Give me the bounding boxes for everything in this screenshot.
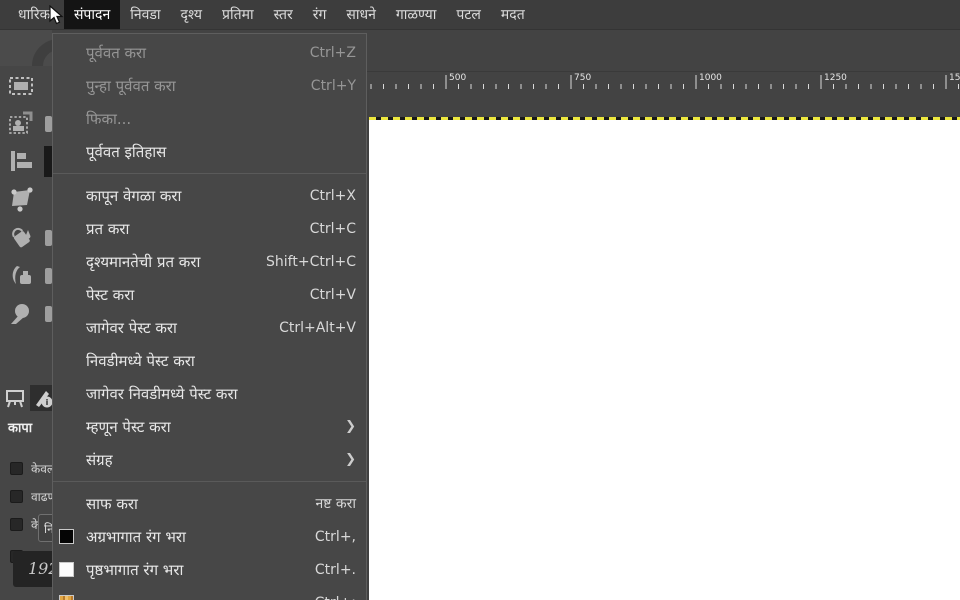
menu-help[interactable]: मदत (491, 0, 535, 29)
wilber-logo (0, 30, 52, 66)
option-label: वाढण (31, 489, 52, 504)
menu-item-paste-as[interactable]: म्हणून पेस्ट करा ❯ (53, 410, 366, 443)
size-entry[interactable]: 192 (13, 551, 52, 587)
menu-item-copy[interactable]: प्रत करा Ctrl+C (53, 212, 366, 245)
option-row: वाढण (0, 487, 52, 505)
active-tool-slot[interactable] (44, 146, 52, 177)
menu-item-fill-with-fg[interactable]: अग्रभागात रंग भरा Ctrl+, (53, 520, 366, 553)
align-icon[interactable] (7, 147, 35, 175)
menu-select[interactable]: निवडा (120, 0, 170, 29)
ruler-label: 750 (574, 73, 592, 83)
ruler-label: 1250 (824, 73, 847, 83)
menu-item-clear[interactable]: साफ करा नष्ट करा (53, 487, 366, 520)
toolbox: i कापा केवल वाढण केद्रां निश्चि 192 (0, 30, 52, 600)
menubar: धारिका संपादन निवडा दृश्य प्रतिमा स्तर र… (0, 0, 960, 30)
fixed-dropdown-button[interactable]: निश्चि (38, 514, 52, 542)
menu-item-undo[interactable]: पूर्ववत करा Ctrl+Z (53, 36, 366, 69)
submenu-arrow-icon: ❯ (345, 419, 356, 434)
checkbox[interactable] (10, 461, 23, 475)
smudge-icon[interactable] (7, 300, 35, 328)
menu-layer[interactable]: स्तर (264, 0, 303, 29)
tab-device-status[interactable]: i (30, 385, 52, 411)
edit-menu-dropdown: पूर्ववत करा Ctrl+Z पुन्हा पूर्ववत करा Ct… (52, 33, 367, 600)
easel-icon (6, 390, 24, 408)
clone-icon[interactable] (7, 262, 35, 290)
menu-item-cut[interactable]: कापून वेगळा करा Ctrl+X (53, 179, 366, 212)
menu-image[interactable]: प्रतिमा (212, 0, 264, 29)
menu-item-paste-in-place[interactable]: जागेवर पेस्ट करा Ctrl+Alt+V (53, 311, 366, 344)
tool-fragment-icon[interactable] (45, 306, 52, 322)
transform-icon[interactable] (7, 185, 35, 213)
horizontal-ruler[interactable]: 500 750 1000 1250 150 (367, 71, 960, 90)
gimp-window: धारिका संपादन निवडा दृश्य प्रतिमा स्तर र… (0, 0, 960, 600)
pattern-swatch (59, 595, 74, 600)
tool-fragment-icon[interactable] (45, 230, 52, 246)
rect-select-icon[interactable] (7, 72, 35, 100)
canvas-region: 500 750 1000 1250 150 (367, 30, 960, 600)
checkbox[interactable] (10, 517, 23, 531)
pen-info-icon: i (36, 391, 52, 408)
size-value: 192 (28, 559, 52, 578)
select-content-icon[interactable] (7, 110, 35, 138)
ruler-label: 150 (949, 73, 960, 83)
menu-item-buffer[interactable]: संग्रह ❯ (53, 443, 366, 476)
menu-separator (53, 481, 366, 482)
menu-item-redo[interactable]: पुन्हा पूर्ववत करा Ctrl+Y (53, 69, 366, 102)
menu-edit[interactable]: संपादन (63, 0, 121, 29)
menu-tools[interactable]: साधने (336, 0, 385, 29)
menu-windows[interactable]: पटल (446, 0, 491, 29)
menu-file[interactable]: धारिका (8, 0, 64, 29)
ruler-label: 1000 (699, 73, 722, 83)
tool-fragment-icon[interactable] (45, 116, 52, 132)
image-canvas[interactable] (369, 120, 960, 600)
menu-separator (53, 173, 366, 174)
menu-item-paste-into-selection-in-place[interactable]: जागेवर निवडीमध्ये पेस्ट करा (53, 377, 366, 410)
bucket-fill-icon[interactable] (7, 224, 35, 252)
menu-filters[interactable]: गाळण्या (386, 0, 447, 29)
menu-item-paste[interactable]: पेस्ट करा Ctrl+V (53, 278, 366, 311)
tab-tool-options[interactable] (2, 385, 28, 411)
menu-item-undo-history[interactable]: पूर्ववत इतिहास (53, 135, 366, 168)
background-color-swatch (59, 562, 74, 577)
tool-fragment-icon[interactable] (45, 268, 52, 284)
tool-options-title: कापा (8, 421, 33, 436)
ruler-label: 500 (449, 73, 467, 83)
menu-item-fill-with-bg[interactable]: पृष्ठभागात रंग भरा Ctrl+. (53, 553, 366, 586)
menu-item-copy-visible[interactable]: दृश्यमानतेची प्रत करा Shift+Ctrl+C (53, 245, 366, 278)
option-row: केवल (0, 459, 52, 477)
foreground-color-swatch (59, 529, 74, 544)
submenu-arrow-icon: ❯ (345, 452, 356, 467)
menu-item-fade[interactable]: फिका... (53, 102, 366, 135)
svg-text:i: i (46, 398, 49, 407)
fixed-label: निश्चि (44, 520, 52, 537)
menu-item-fill-with-pattern[interactable]: Ctrl+; (53, 586, 366, 600)
menu-colors[interactable]: रंग (303, 0, 337, 29)
checkbox[interactable] (10, 489, 23, 503)
option-label: केवल (31, 461, 52, 476)
menu-item-paste-into-selection[interactable]: निवडीमध्ये पेस्ट करा (53, 344, 366, 377)
menu-view[interactable]: दृश्य (171, 0, 213, 29)
